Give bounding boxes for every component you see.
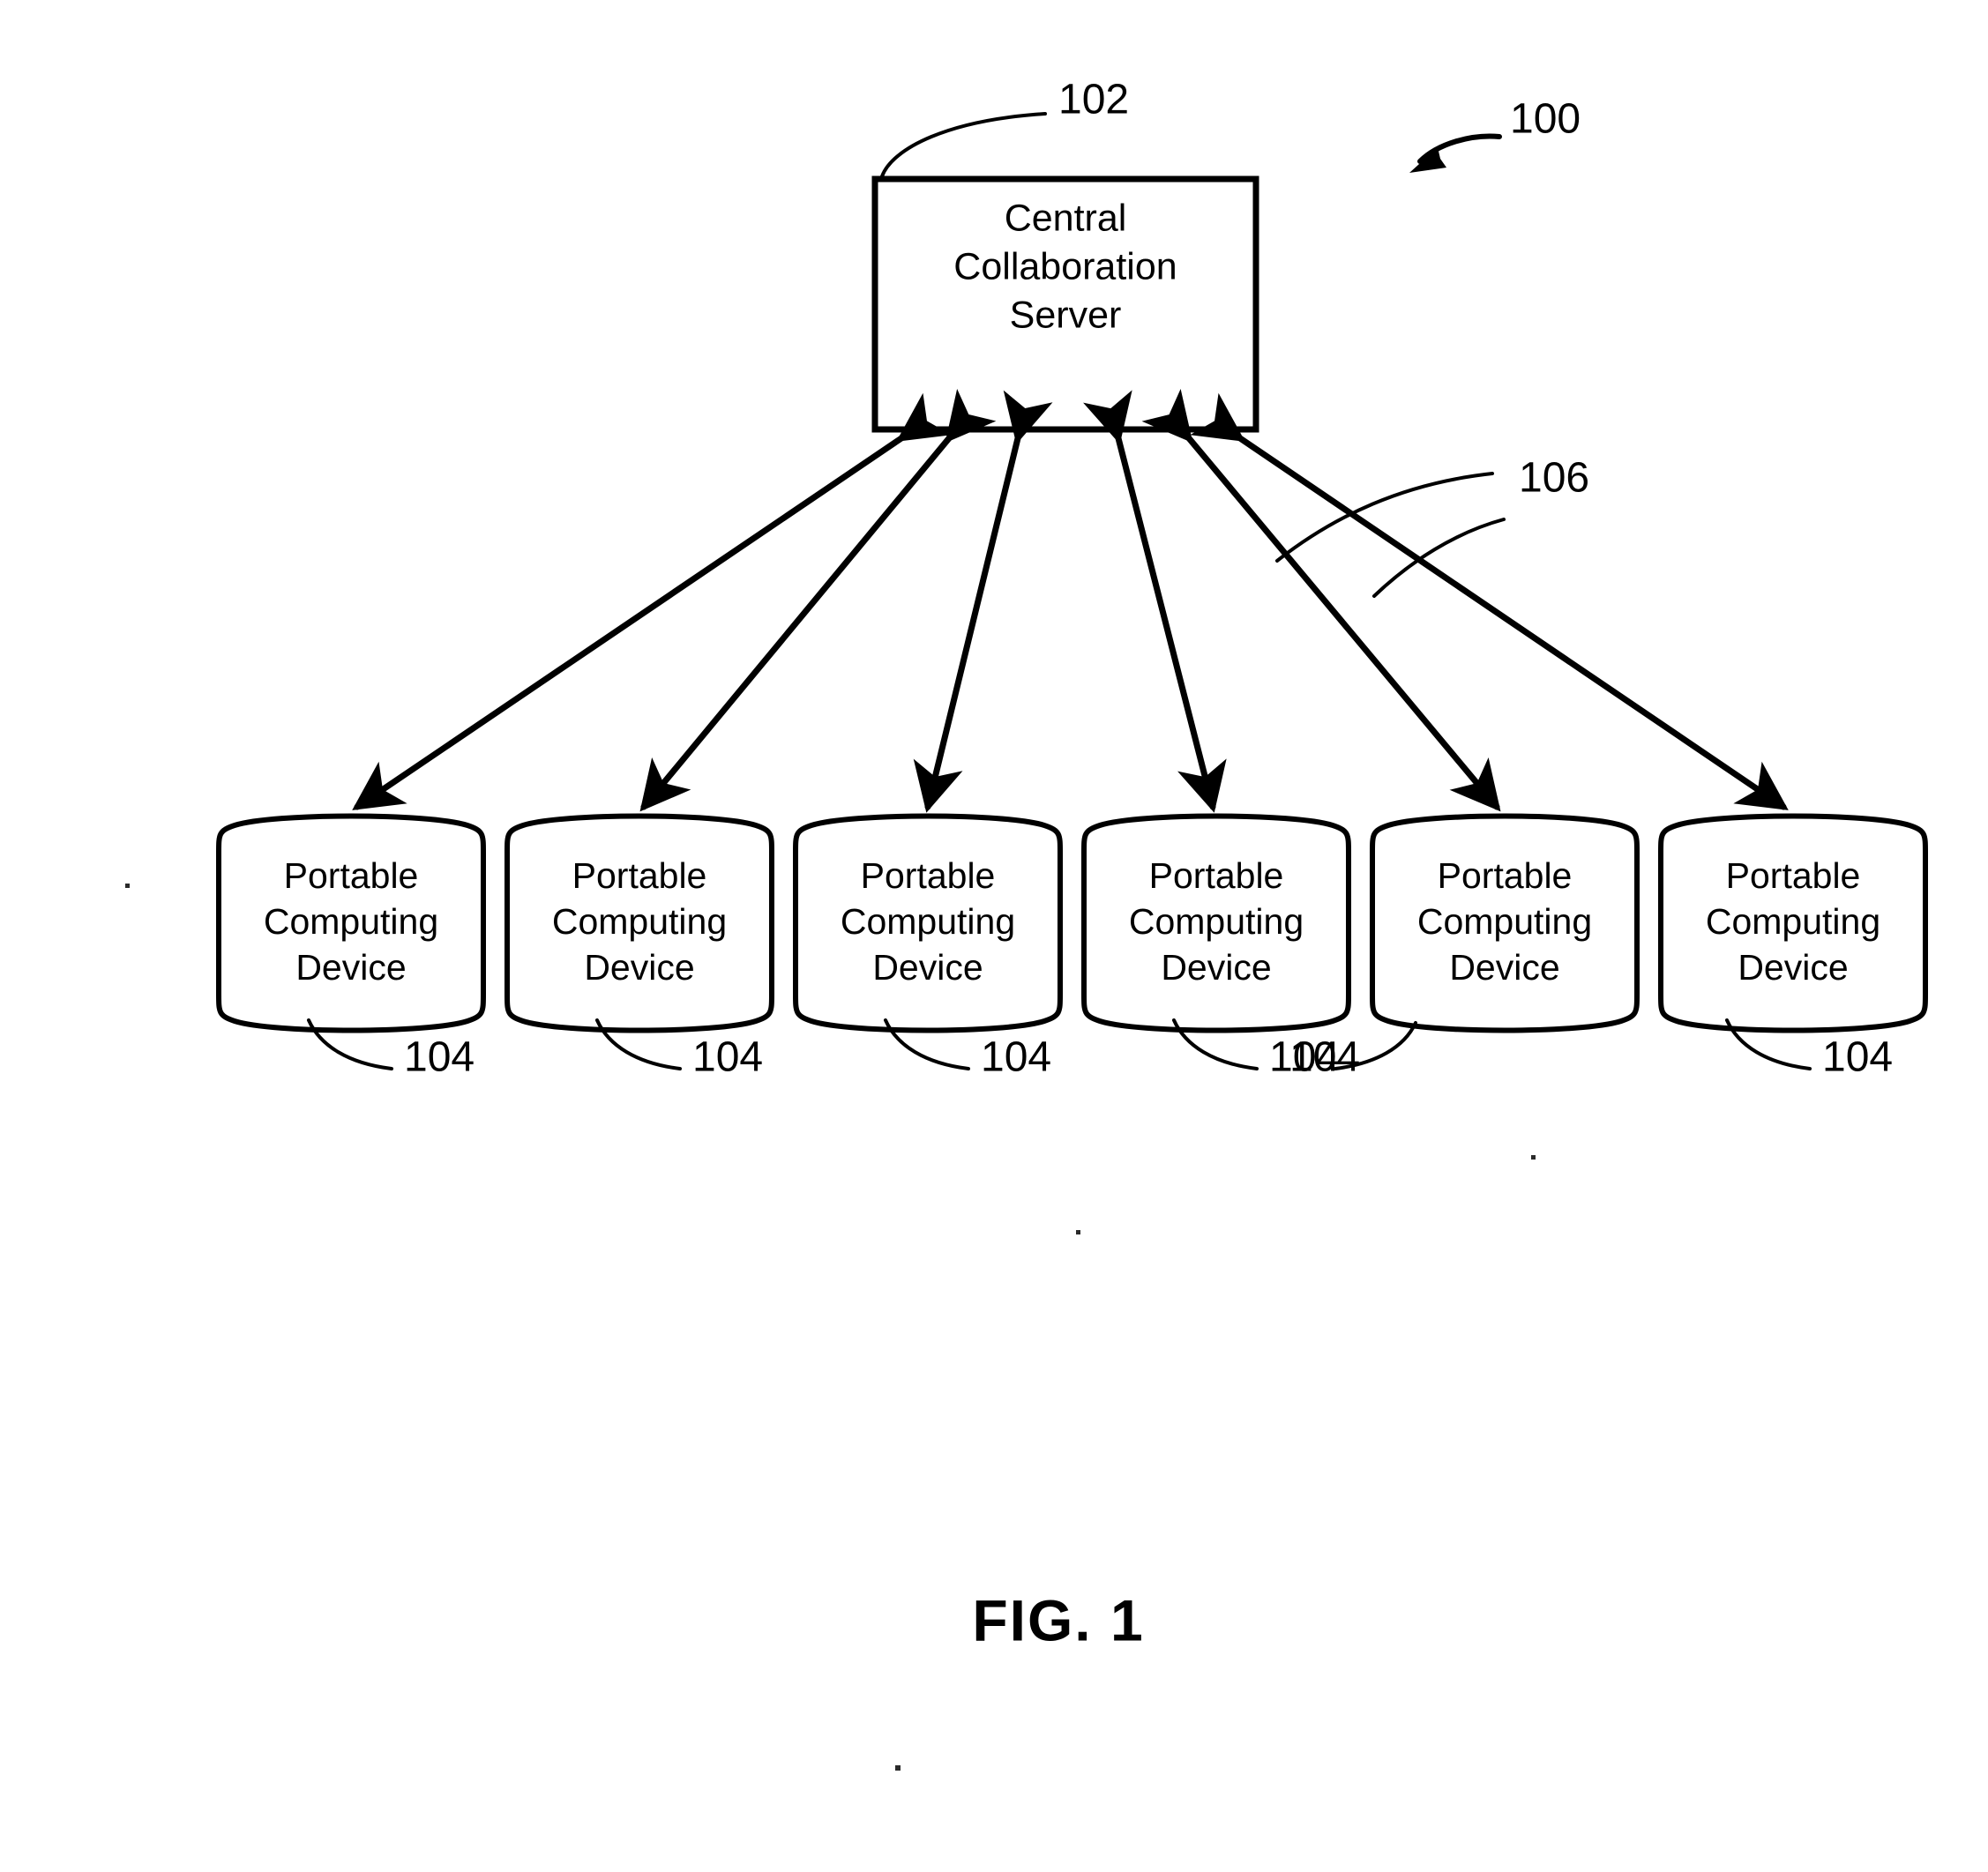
device-label-3-line-1: Portable (861, 855, 996, 896)
portable-computing-devices-group: Portable Computing Device 104 Portable C… (216, 813, 1928, 1081)
reference-arrowhead-100 (1409, 147, 1446, 173)
device-label-2-line-3: Device (584, 947, 694, 988)
device-label-6-line-2: Computing (1706, 901, 1880, 942)
device-label-5-line-2: Computing (1417, 901, 1592, 942)
scan-speck-lower-right (1531, 1155, 1536, 1160)
connection-link-4 (1083, 390, 1227, 813)
device-node-3: Portable Computing Device 104 (793, 813, 1063, 1081)
device-label-5-line-3: Device (1449, 947, 1559, 988)
device-label-3-line-3: Device (872, 947, 983, 988)
connection-link-5 (1141, 388, 1501, 812)
reference-numeral-104-5: 104 (1289, 1034, 1360, 1081)
connection-link-6 (1190, 392, 1789, 810)
reference-numeral-100: 100 (1510, 96, 1581, 143)
reference-numeral-102: 102 (1058, 77, 1129, 123)
device-label-1-line-1: Portable (284, 855, 419, 896)
scan-speck-bottom (895, 1765, 901, 1771)
device-node-2: Portable Computing Device 104 (504, 813, 774, 1081)
scan-speck-lower-left (1076, 1230, 1080, 1234)
device-label-6-line-3: Device (1738, 947, 1848, 988)
connection-link-2 (639, 388, 997, 812)
connection-link-1 (352, 392, 952, 810)
reference-numeral-104-3: 104 (981, 1034, 1051, 1081)
scan-speck-left (125, 884, 130, 888)
figure-caption: FIG. 1 (972, 1587, 1144, 1652)
figure-page: Central Collaboration Server 102 100 106 (0, 0, 1988, 1872)
device-label-4-line-3: Device (1161, 947, 1271, 988)
reference-leader-106-b (1372, 518, 1506, 598)
device-node-5: Portable Computing Device (1334, 813, 1640, 1070)
device-label-1-line-3: Device (295, 947, 406, 988)
device-node-1: Portable Computing Device 104 (216, 813, 486, 1081)
figure-1-diagram: Central Collaboration Server 102 100 106 (125, 77, 1928, 1771)
device-label-6-line-1: Portable (1726, 855, 1861, 896)
device-label-4-line-1: Portable (1149, 855, 1284, 896)
reference-numeral-104-6: 104 (1822, 1034, 1893, 1081)
device-label-5-line-1: Portable (1438, 855, 1573, 896)
device-label-2-line-1: Portable (572, 855, 707, 896)
device-label-1-line-2: Computing (264, 901, 438, 942)
server-label-line-2: Collaboration (953, 245, 1177, 287)
device-label-4-line-2: Computing (1129, 901, 1304, 942)
reference-numeral-106: 106 (1519, 455, 1589, 502)
device-label-2-line-2: Computing (552, 901, 727, 942)
reference-numeral-104-1: 104 (404, 1034, 475, 1081)
server-label-line-1: Central (1005, 197, 1127, 239)
reference-numeral-104-2: 104 (692, 1034, 763, 1081)
server-label-line-3: Server (1010, 294, 1122, 336)
device-node-6: Portable Computing Device 104 (1658, 813, 1928, 1081)
connection-link-3 (913, 390, 1053, 813)
reference-leader-102 (880, 112, 1047, 178)
device-label-3-line-2: Computing (841, 901, 1015, 942)
